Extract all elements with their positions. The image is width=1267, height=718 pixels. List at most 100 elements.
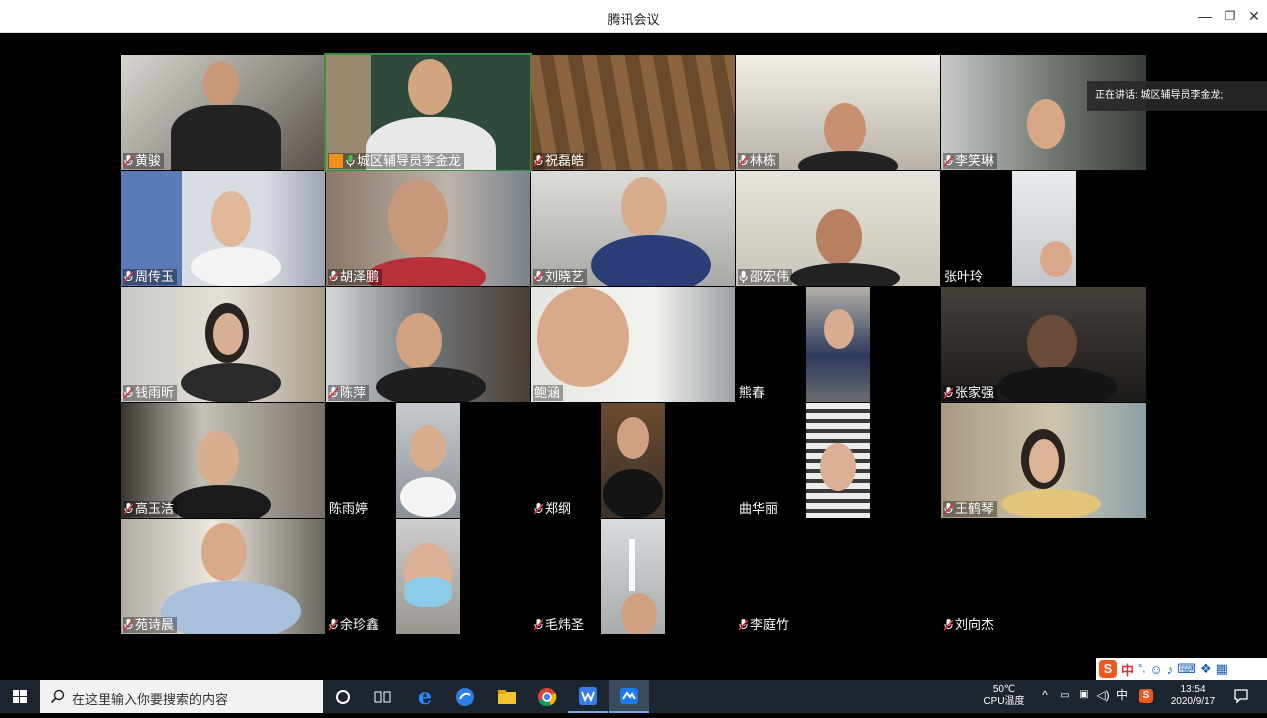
search-placeholder: 在这里输入你要搜索的内容 [72,692,229,707]
edge-browser-icon[interactable]: e [405,680,445,713]
mic-muted-icon [124,155,133,167]
speaking-indicator: 正在讲话: 城区辅导员李金龙; [1087,81,1267,111]
video-tile[interactable]: 熊春 [736,287,940,402]
chrome-icon[interactable] [527,680,567,713]
participant-name: 林栋 [750,153,777,168]
participant-name: 钱雨昕 [135,385,175,400]
participant-name: 邵宏伟 [750,269,790,284]
system-clock[interactable]: 13:54 2020/9/17 [1160,684,1226,708]
toolbox-icon[interactable]: ▦ [1216,661,1228,677]
video-tile[interactable]: 张叶玲 [941,171,1146,286]
participant-label: 陈萍 [328,385,370,401]
video-tile[interactable]: 郑纲 [531,403,735,518]
file-explorer-icon[interactable] [487,680,527,713]
taskbar-search-input[interactable]: 在这里输入你要搜索的内容 [40,680,323,713]
video-tile[interactable]: 鲍涵 [531,287,735,402]
windows-start-button[interactable] [0,680,40,713]
mic-muted-icon [534,271,543,283]
minimize-button[interactable]: — [1194,6,1216,26]
video-tile[interactable]: 曲华丽 [736,403,940,518]
video-tile[interactable]: 祝磊皓 [531,55,735,170]
voice-icon[interactable]: ♪ [1167,662,1174,677]
close-button[interactable]: ✕ [1243,6,1265,26]
video-tile[interactable]: 王鹤琴 [941,403,1146,518]
video-tile[interactable]: 毛炜圣 [531,519,735,634]
skin-icon[interactable]: ❖ [1200,661,1212,677]
video-stream [1012,171,1076,286]
ime-punct-toggle[interactable]: °, [1138,663,1145,675]
participant-label: 毛炜圣 [533,617,587,633]
participant-name: 王鹤琴 [955,501,995,516]
participant-label: 林栋 [738,153,780,169]
video-tile[interactable]: 余珍鑫 [326,519,530,634]
mic-muted-icon [124,271,133,283]
mic-muted-icon [329,387,338,399]
video-tile[interactable]: 高玉洁 [121,403,325,518]
mic-muted-icon [534,155,543,167]
video-tile[interactable]: 苑诗晨 [121,519,325,634]
battery-icon[interactable]: ▭ [1057,690,1073,702]
video-tile[interactable]: 李笑琳 [941,55,1146,170]
tencent-meeting-icon[interactable] [609,680,649,713]
cortana-icon[interactable] [323,680,363,713]
notification-center-icon[interactable] [1232,688,1250,708]
mic-muted-icon [944,387,953,399]
video-tile[interactable]: 刘向杰 [941,519,1146,634]
video-tile[interactable]: 张家强 [941,287,1146,402]
video-grid: 黄骏 城区辅导员李金龙 祝磊皓 林栋 李笑琳 周传玉 胡泽鹏 刘晓艺 邵宏伟 张… [0,33,1267,680]
video-stream [601,403,665,518]
participant-label: 王鹤琴 [943,501,998,517]
keyboard-icon[interactable]: ⌨ [1177,661,1196,677]
participant-name: 刘晓艺 [545,269,585,284]
participant-label: 刘向杰 [943,617,997,633]
cpu-temperature[interactable]: 50℃ CPU温度 [978,684,1030,708]
video-stream [806,403,870,518]
sogou-tray-icon[interactable]: S [1138,689,1154,703]
participant-name: 苑诗晨 [135,617,175,632]
mic-on-icon [346,155,355,167]
network-icon[interactable]: ▣ [1076,689,1092,701]
restore-button[interactable]: ❐ [1219,6,1241,26]
mic-muted-icon [329,271,338,283]
volume-icon[interactable]: ◁) [1095,689,1111,701]
video-tile[interactable]: 李庭竹 [736,519,940,634]
participant-name: 城区辅导员李金龙 [357,153,462,168]
participant-label: 黄骏 [123,153,165,169]
participant-label: 熊春 [738,385,768,401]
video-tile[interactable]: 林栋 [736,55,940,170]
mic-muted-icon [534,619,543,631]
participant-label: 刘晓艺 [533,269,588,285]
ime-indicator[interactable]: 中 [1114,689,1130,701]
ime-toolbar[interactable]: S 中 °, ☺ ♪ ⌨ ❖ ▦ [1096,658,1267,680]
video-tile[interactable]: 胡泽鹏 [326,171,530,286]
participant-label: 城区辅导员李金龙 [328,153,465,169]
participant-label: 郑纲 [533,501,574,517]
video-tile[interactable]: 周传玉 [121,171,325,286]
participant-label: 鲍涵 [533,385,564,401]
wps-office-icon[interactable] [568,680,608,713]
participant-name: 黄骏 [135,153,162,168]
ime-lang-toggle[interactable]: 中 [1121,660,1134,679]
participant-name: 余珍鑫 [340,617,380,632]
video-tile[interactable]: 钱雨昕 [121,287,325,402]
task-view-icon[interactable] [363,680,403,713]
chevron-up-icon[interactable]: ^ [1038,689,1052,701]
emoji-icon[interactable]: ☺ [1149,662,1162,677]
video-tile[interactable]: 邵宏伟 [736,171,940,286]
mic-muted-icon [944,155,953,167]
sogou-logo-icon: S [1099,660,1117,678]
participant-label: 张叶玲 [943,269,986,285]
participant-label: 祝磊皓 [533,153,588,169]
host-icon [329,154,343,168]
windows-logo-icon [13,690,27,703]
participant-label: 曲华丽 [738,501,781,517]
mic-muted-icon [124,619,133,631]
video-tile[interactable]: 陈雨婷 [326,403,530,518]
participant-label: 苑诗晨 [123,617,178,633]
mic-muted-icon [739,619,748,631]
video-tile[interactable]: 陈萍 [326,287,530,402]
video-tile-active-speaker[interactable]: 城区辅导员李金龙 [324,53,532,172]
video-tile[interactable]: 刘晓艺 [531,171,735,286]
sogou-browser-icon[interactable] [445,680,485,713]
video-tile[interactable]: 黄骏 [121,55,325,170]
